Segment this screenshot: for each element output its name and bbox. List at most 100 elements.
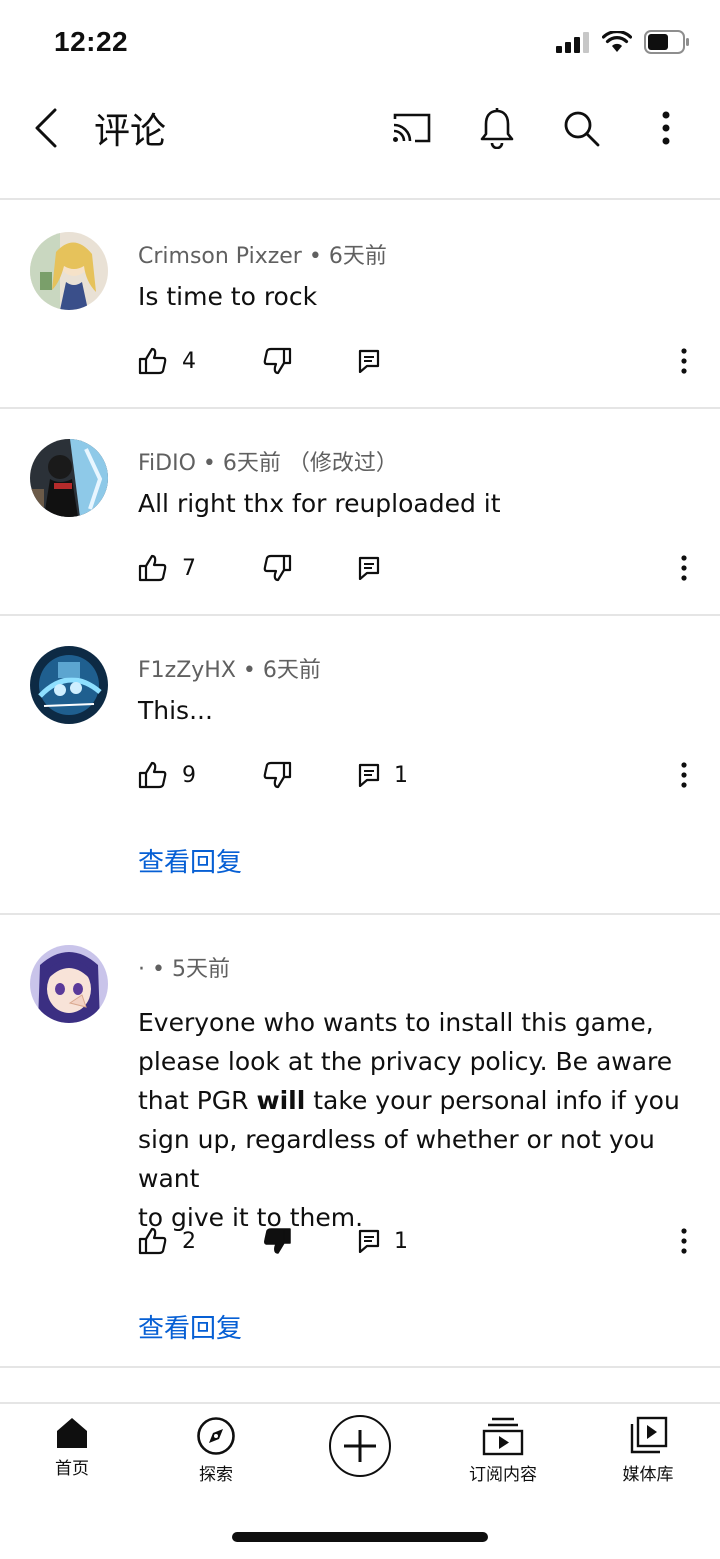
like-count: 4 — [182, 348, 196, 374]
comment-more-button[interactable] — [670, 548, 698, 588]
wifi-icon — [601, 29, 633, 58]
like-button[interactable]: 7 — [138, 548, 196, 588]
dislike-button[interactable] — [262, 755, 292, 795]
comment-author[interactable]: · — [138, 957, 145, 982]
bold-text-fragment: will — [256, 1086, 306, 1115]
edited-label: （修改过） — [287, 451, 398, 476]
comment-meta: FiDIO • 6天前 （修改过） — [138, 445, 398, 477]
dislike-button[interactable] — [262, 548, 292, 588]
nav-item-subscriptions[interactable]: 订阅内容 — [448, 1416, 558, 1485]
comment-item: FiDIO • 6天前 （修改过） All right thx for reup… — [0, 409, 720, 616]
back-icon — [35, 108, 57, 148]
reply-button[interactable] — [358, 548, 380, 588]
nav-item-library[interactable]: 媒体库 — [593, 1416, 703, 1485]
nav-item-explore[interactable]: 探索 — [161, 1416, 271, 1485]
battery-icon — [644, 29, 690, 59]
more-vert-icon — [662, 111, 670, 145]
comment-icon — [358, 1229, 380, 1253]
reply-count: 1 — [394, 762, 408, 788]
search-icon — [564, 111, 600, 147]
comment-author[interactable]: FiDIO — [138, 451, 196, 476]
nav-item-home[interactable]: 首页 — [17, 1416, 127, 1479]
comment-actions: 4 — [138, 341, 698, 381]
reply-button[interactable]: 1 — [358, 1221, 408, 1261]
text-fragment: take your personal info if you — [305, 1086, 680, 1115]
comment-icon — [358, 556, 380, 580]
view-replies-link[interactable]: 查看回复 — [138, 842, 242, 879]
home-indicator[interactable] — [232, 1532, 488, 1542]
like-button[interactable]: 2 — [138, 1221, 196, 1261]
comment-actions: 2 1 — [138, 1221, 698, 1261]
thumb-up-icon — [138, 1227, 167, 1255]
avatar[interactable] — [30, 945, 108, 1023]
explore-icon — [197, 1417, 235, 1455]
comment-text-line: sign up, regardless of whether or not yo… — [138, 1125, 655, 1193]
nav-label: 首页 — [55, 1459, 89, 1479]
meta-separator: • — [242, 658, 263, 683]
like-button[interactable]: 4 — [138, 341, 196, 381]
more-options-button[interactable] — [644, 106, 688, 150]
comment-time: 5天前 — [171, 957, 230, 982]
thumb-up-icon — [138, 761, 167, 789]
text-fragment: that PGR — [138, 1086, 257, 1115]
like-button[interactable]: 9 — [138, 755, 196, 795]
more-vert-icon — [681, 762, 687, 788]
back-button[interactable] — [26, 106, 66, 150]
comment-time: 6天前 — [222, 451, 281, 476]
subscriptions-icon — [482, 1417, 524, 1456]
status-time: 12:22 — [54, 26, 129, 57]
comment-icon — [358, 763, 380, 787]
reply-count: 1 — [394, 1228, 408, 1254]
comment-meta: · • 5天前 — [138, 951, 230, 983]
comment-text-line: Everyone who wants to install this game, — [138, 1008, 654, 1037]
comment-time: 6天前 — [262, 658, 321, 683]
comment-time: 6天前 — [328, 244, 387, 269]
create-button[interactable] — [329, 1415, 391, 1477]
comment-author[interactable]: F1zZyHX — [138, 658, 236, 683]
cast-button[interactable] — [390, 106, 434, 150]
dislike-button[interactable] — [262, 341, 292, 381]
page-title: 评论 — [94, 111, 167, 152]
comment-meta: F1zZyHX • 6天前 — [138, 652, 321, 684]
thumb-down-icon — [263, 347, 292, 375]
search-button[interactable] — [559, 106, 603, 150]
reply-button[interactable] — [358, 341, 380, 381]
comment-author[interactable]: Crimson Pixzer — [138, 244, 302, 269]
thumb-up-icon — [138, 347, 167, 375]
comment-text: Everyone who wants to install this game,… — [138, 1003, 698, 1237]
comment-more-button[interactable] — [670, 1221, 698, 1261]
signal-icon — [556, 31, 590, 58]
meta-separator: • — [202, 451, 223, 476]
status-bar: 12:22 — [0, 0, 720, 88]
comment-text-line: that PGR will take your personal info if… — [138, 1081, 698, 1120]
home-icon — [57, 1418, 87, 1448]
reply-button[interactable]: 1 — [358, 755, 408, 795]
more-vert-icon — [681, 555, 687, 581]
more-vert-icon — [681, 1228, 687, 1254]
status-icons — [556, 29, 690, 59]
library-icon — [630, 1416, 668, 1454]
top-app-bar: 评论 — [0, 88, 720, 200]
comment-text: Is time to rock — [138, 282, 318, 311]
avatar[interactable] — [30, 646, 108, 724]
comment-item: · • 5天前 Everyone who wants to install th… — [0, 915, 720, 1368]
comment-more-button[interactable] — [670, 341, 698, 381]
nav-label: 探索 — [199, 1465, 233, 1485]
view-replies-link[interactable]: 查看回复 — [138, 1308, 242, 1345]
avatar[interactable] — [30, 439, 108, 517]
notifications-button[interactable] — [475, 106, 519, 150]
comment-text: This... — [138, 696, 213, 725]
comment-meta: Crimson Pixzer • 6天前 — [138, 238, 387, 270]
thumb-down-filled-icon — [264, 1228, 291, 1254]
thumb-down-icon — [263, 761, 292, 789]
like-count: 9 — [182, 762, 196, 788]
comment-actions: 9 1 — [138, 755, 698, 795]
bell-icon — [480, 108, 514, 149]
like-count: 7 — [182, 555, 196, 581]
dislike-button-active[interactable] — [262, 1221, 292, 1261]
thumb-up-icon — [138, 554, 167, 582]
meta-separator: • — [152, 957, 172, 982]
cast-icon — [393, 113, 431, 143]
avatar[interactable] — [30, 232, 108, 310]
comment-more-button[interactable] — [670, 755, 698, 795]
